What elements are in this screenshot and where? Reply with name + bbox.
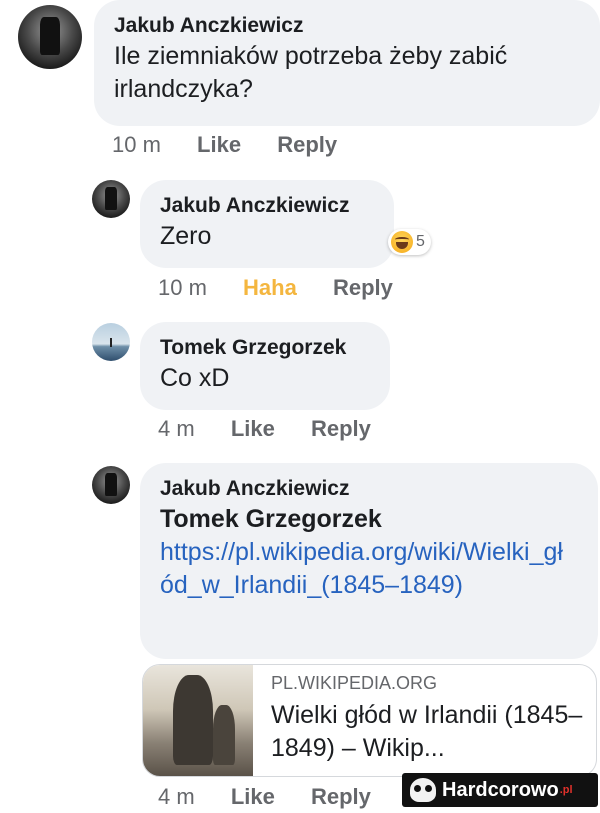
comment-bubble: Tomek Grzegorzek Co xD <box>140 322 390 410</box>
comment-bubble: Jakub Anczkiewicz Zero <box>140 180 394 268</box>
reaction-count-badge[interactable]: 5 <box>388 229 431 255</box>
comment-author[interactable]: Jakub Anczkiewicz <box>160 192 374 220</box>
reaction-count: 5 <box>416 233 425 250</box>
watermark-tld: .pl <box>559 784 573 796</box>
reply-button[interactable]: Reply <box>311 784 371 809</box>
comment-actions: 10 m Like Reply <box>112 132 367 158</box>
comment-bubble: Jakub Anczkiewicz Ile ziemniaków potrzeb… <box>94 0 600 126</box>
avatar[interactable] <box>92 466 130 504</box>
comment-actions: 4 m Like Reply <box>158 784 401 810</box>
site-watermark: Hardcorowo .pl <box>402 773 598 807</box>
reply-button[interactable]: Reply <box>277 132 337 157</box>
reply-button[interactable]: Reply <box>311 416 371 441</box>
comment-actions: 10 m Haha Reply <box>158 275 423 301</box>
haha-emoji-icon <box>391 231 413 253</box>
comment-author[interactable]: Jakub Anczkiewicz <box>114 12 580 40</box>
watermark-brand: Hardcorowo <box>442 778 559 801</box>
comment-author[interactable]: Jakub Anczkiewicz <box>160 475 578 503</box>
avatar[interactable] <box>92 180 130 218</box>
like-button[interactable]: Like <box>231 416 275 441</box>
comment-time[interactable]: 4 m <box>158 416 195 441</box>
link-preview-card[interactable]: PL.WIKIPEDIA.ORG Wielki głód w Irlandii … <box>142 664 597 777</box>
comment-text: Ile ziemniaków potrzeba żeby zabić irlan… <box>114 42 508 103</box>
comment-time[interactable]: 10 m <box>112 132 161 157</box>
like-button[interactable]: Like <box>197 132 241 157</box>
link-preview-title: Wielki głód w Irlandii (1845–1849) – Wik… <box>271 701 583 762</box>
haha-reaction-button[interactable]: Haha <box>243 275 297 300</box>
wikipedia-link[interactable]: https://pl.wikipedia.org/wiki/Wielki_głó… <box>160 536 570 602</box>
link-preview-image <box>143 665 253 776</box>
comment-actions: 4 m Like Reply <box>158 416 401 442</box>
mention-link[interactable]: Tomek Grzegorzek <box>160 503 578 536</box>
avatar[interactable] <box>92 323 130 361</box>
comment-bubble: Jakub Anczkiewicz Tomek Grzegorzek https… <box>140 463 598 659</box>
comment-text: Co xD <box>160 364 230 392</box>
comment-author[interactable]: Tomek Grzegorzek <box>160 334 370 362</box>
skull-icon <box>410 778 436 802</box>
comment-text: Zero <box>160 222 212 250</box>
comment-time[interactable]: 10 m <box>158 275 207 300</box>
avatar[interactable] <box>18 5 82 69</box>
reply-button[interactable]: Reply <box>333 275 393 300</box>
comment-time[interactable]: 4 m <box>158 784 195 809</box>
link-preview-domain: PL.WIKIPEDIA.ORG <box>271 673 438 693</box>
like-button[interactable]: Like <box>231 784 275 809</box>
